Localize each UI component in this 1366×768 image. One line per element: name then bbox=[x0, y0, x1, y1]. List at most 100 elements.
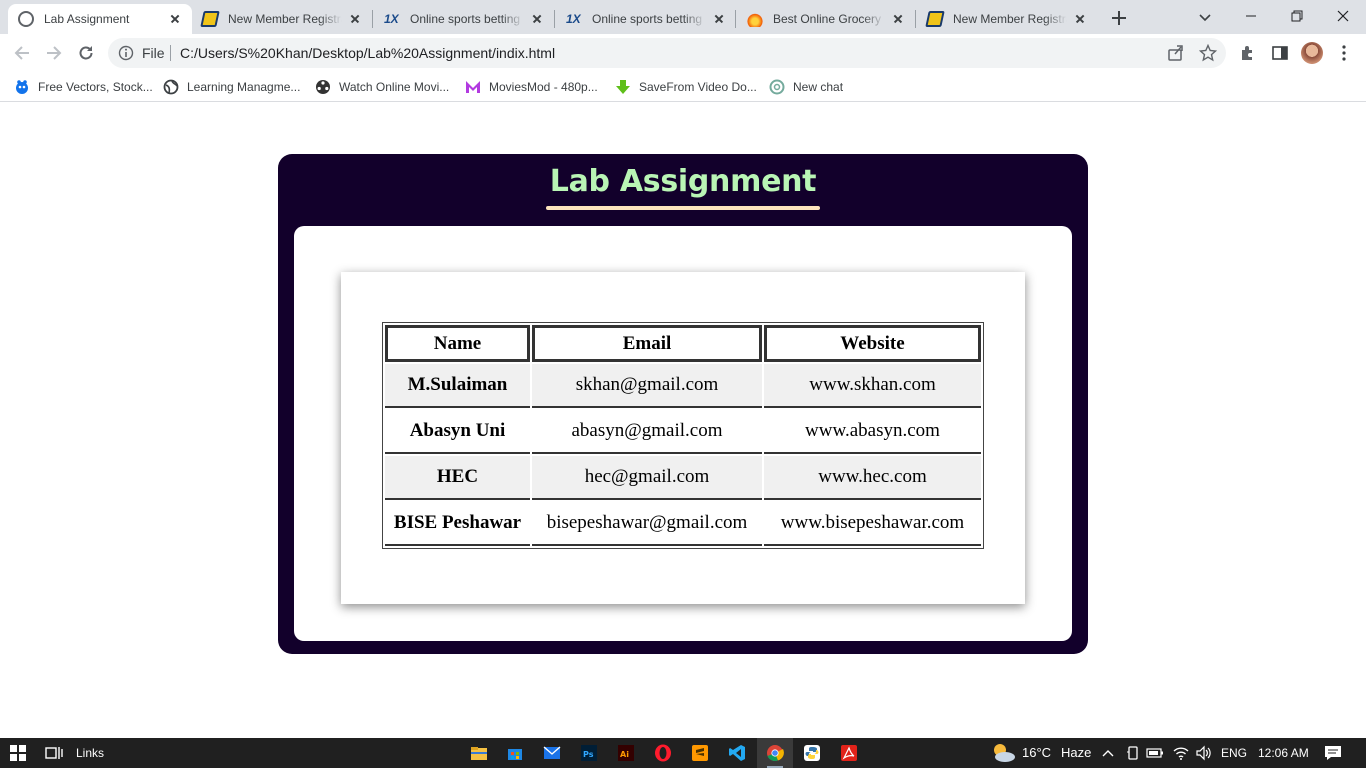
mail-button[interactable] bbox=[541, 742, 563, 764]
bookmark-label: MoviesMod - 480p... bbox=[489, 80, 598, 94]
device-icon bbox=[1127, 746, 1138, 760]
svg-text:Ps: Ps bbox=[583, 750, 594, 759]
close-icon[interactable] bbox=[889, 10, 907, 28]
chrome-button[interactable] bbox=[764, 742, 786, 764]
bookmark-watch-online-movies[interactable]: Watch Online Movi... bbox=[315, 77, 449, 97]
close-icon[interactable] bbox=[710, 10, 728, 28]
weather-widget[interactable] bbox=[990, 742, 1016, 764]
bookmark-moviesmod[interactable]: MoviesMod - 480p... bbox=[465, 77, 598, 97]
tab-grocery-store[interactable]: Best Online Grocery St bbox=[737, 4, 915, 34]
tab-separator bbox=[735, 10, 736, 28]
close-icon[interactable] bbox=[346, 10, 364, 28]
globe-icon bbox=[163, 79, 179, 95]
forward-button[interactable] bbox=[40, 39, 68, 67]
illustrator-button[interactable]: Ai bbox=[615, 742, 637, 764]
minimize-button[interactable] bbox=[1228, 0, 1274, 32]
clock-time[interactable]: 12:06 AM bbox=[1258, 746, 1309, 760]
address-bar[interactable]: File C:/Users/S%20Khan/Desktop/Lab%20Ass… bbox=[108, 38, 1226, 68]
input-language[interactable]: ENG bbox=[1221, 746, 1247, 760]
share-icon[interactable] bbox=[1167, 44, 1185, 62]
bookmark-label: Learning Managme... bbox=[187, 80, 301, 94]
close-icon[interactable] bbox=[166, 10, 184, 28]
column-header-email: Email bbox=[532, 325, 762, 362]
table-container: Name Email Website M.Sulaiman skhan@gmai… bbox=[341, 272, 1025, 604]
volume-button[interactable] bbox=[1193, 742, 1215, 764]
tab-online-sports-betting[interactable]: 1X Online sports betting bbox=[374, 4, 554, 34]
tab-label: Lab Assignment bbox=[44, 12, 130, 26]
back-button[interactable] bbox=[8, 39, 36, 67]
tab-new-member-registration-2[interactable]: New Member Registra bbox=[917, 4, 1097, 34]
bookmark-learning-management[interactable]: Learning Managme... bbox=[163, 77, 300, 97]
tab-online-sports-betting-2[interactable]: 1X Online sports betting bbox=[556, 4, 736, 34]
python-button[interactable] bbox=[801, 742, 823, 764]
opera-button[interactable] bbox=[652, 742, 674, 764]
page-viewport: Lab Assignment Name Email Website M.Sula… bbox=[0, 103, 1366, 738]
side-panel-icon[interactable] bbox=[1270, 43, 1290, 63]
weather-cloud-sun-icon bbox=[994, 744, 1015, 762]
taskbar-links-label[interactable]: Links bbox=[76, 746, 104, 760]
close-icon[interactable] bbox=[1071, 10, 1089, 28]
weather-condition: Haze bbox=[1061, 745, 1092, 760]
url-scheme: File bbox=[142, 45, 165, 61]
tab-separator bbox=[554, 10, 555, 28]
profile-avatar[interactable] bbox=[1301, 42, 1323, 64]
table-header-row: Name Email Website bbox=[385, 325, 981, 362]
wifi-button[interactable] bbox=[1170, 742, 1192, 764]
sublime-button[interactable] bbox=[689, 742, 711, 764]
opera-icon bbox=[655, 744, 671, 762]
acrobat-pdf-icon bbox=[841, 745, 857, 761]
menu-kebab-icon[interactable] bbox=[1334, 43, 1354, 63]
start-button[interactable] bbox=[7, 742, 29, 764]
illustrator-icon: Ai bbox=[618, 745, 634, 761]
photoshop-button[interactable]: Ps bbox=[578, 742, 600, 764]
close-icon[interactable] bbox=[528, 10, 546, 28]
bookmark-label: New chat bbox=[793, 80, 844, 94]
close-window-button[interactable] bbox=[1320, 0, 1366, 32]
bookmark-savefrom[interactable]: SaveFrom Video Do... bbox=[615, 77, 757, 97]
battery-button[interactable] bbox=[1144, 742, 1166, 764]
table-row: BISE Peshawar bisepeshawar@gmail.com www… bbox=[385, 502, 981, 546]
bookmark-label: SaveFrom Video Do... bbox=[639, 80, 757, 94]
divider bbox=[170, 45, 171, 61]
cell-website: www.skhan.com bbox=[764, 364, 981, 408]
photoshop-icon: Ps bbox=[581, 745, 597, 761]
extensions-puzzle-icon[interactable] bbox=[1238, 43, 1258, 63]
bookmark-free-vectors[interactable]: Free Vectors, Stock... bbox=[14, 77, 153, 97]
show-hidden-icons-button[interactable] bbox=[1097, 742, 1119, 764]
cell-website: www.bisepeshawar.com bbox=[764, 502, 981, 546]
reload-button[interactable] bbox=[72, 39, 100, 67]
vscode-button[interactable] bbox=[726, 742, 748, 764]
film-reel-icon bbox=[316, 80, 330, 94]
url-text[interactable]: C:/Users/S%20Khan/Desktop/Lab%20Assignme… bbox=[180, 45, 555, 61]
sublime-text-icon bbox=[692, 745, 708, 761]
store-bag-icon bbox=[508, 749, 522, 760]
cell-website: www.abasyn.com bbox=[764, 410, 981, 454]
cell-name: Abasyn Uni bbox=[385, 410, 530, 454]
tab-search-button[interactable] bbox=[1194, 6, 1216, 28]
tab-new-member-registration[interactable]: New Member Registra bbox=[192, 4, 372, 34]
acrobat-button[interactable] bbox=[838, 742, 860, 764]
card-body: Name Email Website M.Sulaiman skhan@gmai… bbox=[294, 226, 1072, 641]
info-icon[interactable] bbox=[118, 45, 134, 61]
restore-icon bbox=[1291, 10, 1303, 22]
task-view-button[interactable] bbox=[43, 742, 65, 764]
tab-label: Best Online Grocery St bbox=[773, 12, 885, 26]
star-icon[interactable] bbox=[1199, 44, 1217, 62]
store-button[interactable] bbox=[504, 742, 526, 764]
meet-now-button[interactable] bbox=[1122, 742, 1144, 764]
restore-button[interactable] bbox=[1274, 0, 1320, 32]
table-row: Abasyn Uni abasyn@gmail.com www.abasyn.c… bbox=[385, 410, 981, 454]
new-tab-button[interactable] bbox=[1108, 7, 1130, 29]
bookmark-label: Watch Online Movi... bbox=[339, 80, 450, 94]
tab-lab-assignment[interactable]: Lab Assignment bbox=[8, 4, 192, 34]
file-explorer-button[interactable] bbox=[468, 742, 490, 764]
freepik-icon bbox=[16, 80, 28, 94]
notifications-button[interactable] bbox=[1322, 742, 1344, 764]
table-row: M.Sulaiman skhan@gmail.com www.skhan.com bbox=[385, 364, 981, 408]
back-arrow-icon bbox=[14, 46, 29, 60]
column-header-website: Website bbox=[764, 325, 981, 362]
m-logo-icon bbox=[466, 81, 480, 93]
chatgpt-icon bbox=[769, 79, 785, 95]
browser-toolbar: File C:/Users/S%20Khan/Desktop/Lab%20Ass… bbox=[0, 34, 1366, 72]
bookmark-new-chat[interactable]: New chat bbox=[769, 77, 843, 97]
